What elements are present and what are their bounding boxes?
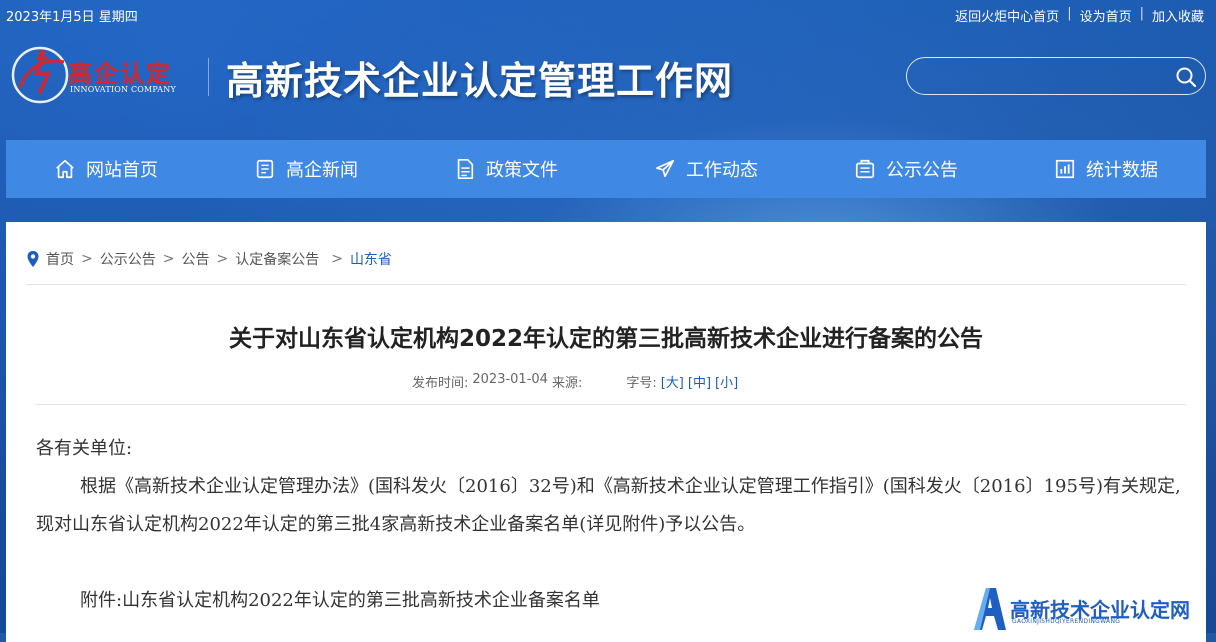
search-icon[interactable] (1175, 66, 1197, 88)
breadcrumb-announcements[interactable]: 公示公告 (100, 249, 156, 269)
breadcrumb-home[interactable]: 首页 (46, 249, 74, 269)
nav-label: 高企新闻 (286, 160, 358, 181)
nav-item-policy[interactable]: 政策文件 (406, 140, 606, 198)
home-icon (56, 159, 74, 179)
publish-date: 2023-01-04 (472, 372, 548, 387)
divider (26, 284, 1186, 285)
article-paragraph: 根据《高新技术企业认定管理办法》(国科发火〔2016〕32号)和《高新技术企业认… (36, 476, 1181, 535)
link-separator: | (1067, 6, 1072, 21)
publish-label: 发布时间: (412, 376, 469, 391)
main-nav: 网站首页 高企新闻 政策文件 工作动态 公示公告 统计数据 (6, 140, 1206, 198)
font-size-medium-button[interactable]: [中] (688, 372, 711, 391)
watermark: 高新技术企业认定网 GAOXINJISHUQIYERENDINGWANG (972, 584, 1216, 633)
send-icon (655, 159, 675, 178)
search-box (906, 57, 1206, 95)
watermark-logo-icon (974, 588, 1006, 630)
current-date: 2023年1月5日 星期四 (6, 10, 138, 25)
logo-text: 高企认定 (68, 59, 172, 88)
nav-label: 政策文件 (486, 160, 558, 181)
breadcrumb-separator: > (331, 251, 343, 267)
announcement-icon (855, 159, 875, 179)
logo-divider (208, 58, 209, 96)
breadcrumb-separator: > (162, 251, 175, 267)
watermark-subtext: GAOXINJISHUQIYERENDINGWANG (1012, 618, 1121, 625)
top-links: 返回火炬中心首页 | 设为首页 | 加入收藏 (955, 6, 1204, 25)
nav-item-news[interactable]: 高企新闻 (206, 140, 406, 198)
nav-item-home[interactable]: 网站首页 (6, 140, 206, 198)
breadcrumb-current[interactable]: 山东省 (350, 249, 392, 269)
breadcrumb-notice[interactable]: 公告 (181, 249, 209, 269)
font-size-large-button[interactable]: [大] (661, 372, 684, 391)
font-size-small-button[interactable]: [小] (715, 372, 738, 391)
content-panel: 首页 > 公示公告 > 公告 > 认定备案公告 > 山东省 关于对山东省认定机构… (6, 222, 1206, 642)
chart-icon (1055, 159, 1075, 179)
link-set-homepage[interactable]: 设为首页 (1080, 6, 1132, 25)
breadcrumb-separator: > (216, 251, 229, 267)
breadcrumb-separator: > (81, 251, 93, 267)
search-input[interactable] (919, 64, 1163, 90)
document-icon (457, 159, 474, 179)
nav-label: 公示公告 (886, 160, 958, 181)
nav-item-announcements[interactable]: 公示公告 (806, 140, 1006, 198)
site-logo[interactable]: 高企认定 INNOVATION COMPANY (6, 44, 206, 106)
location-pin-icon (27, 251, 39, 267)
nav-label: 统计数据 (1086, 160, 1158, 181)
link-add-favorite[interactable]: 加入收藏 (1152, 6, 1204, 25)
top-bar: 2023年1月5日 星期四 返回火炬中心首页 | 设为首页 | 加入收藏 (0, 0, 1216, 28)
link-separator: | (1139, 6, 1144, 21)
nav-label: 工作动态 (686, 160, 758, 181)
link-torch-home[interactable]: 返回火炬中心首页 (955, 6, 1059, 25)
nav-label: 网站首页 (86, 160, 158, 181)
nav-item-statistics[interactable]: 统计数据 (1006, 140, 1206, 198)
font-size-label: 字号: (626, 376, 657, 391)
salutation: 各有关单位: (36, 438, 133, 459)
breadcrumb: 首页 > 公示公告 > 公告 > 认定备案公告 > 山东省 (26, 249, 392, 269)
news-icon (256, 159, 274, 179)
logo-subtext: INNOVATION COMPANY (70, 85, 176, 94)
nav-item-work-updates[interactable]: 工作动态 (606, 140, 806, 198)
divider (36, 404, 1186, 405)
source-label: 来源: (551, 376, 583, 391)
article-meta: 发布时间: 2023-01-04 来源: 字号: [大] [中] [小] (412, 372, 738, 391)
article-title: 关于对山东省认定机构2022年认定的第三批高新技术企业进行备案的公告 (228, 326, 983, 352)
breadcrumb-filing-notice[interactable]: 认定备案公告 (235, 249, 319, 269)
site-title: 高新技术企业认定管理工作网 (226, 58, 734, 103)
